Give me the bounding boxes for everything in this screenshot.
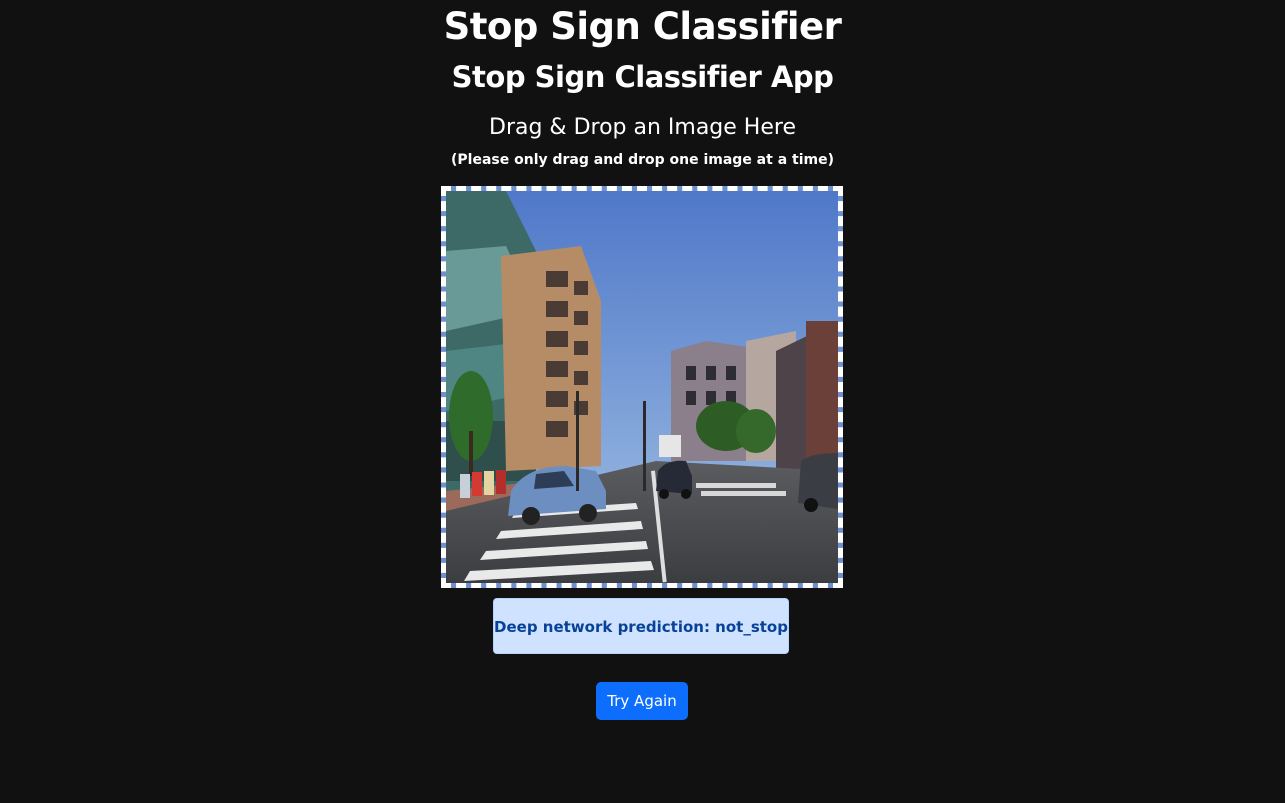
- page-title: Stop Sign Classifier: [443, 5, 842, 48]
- try-again-button[interactable]: Try Again: [596, 682, 688, 720]
- drop-heading: Drag & Drop an Image Here: [489, 115, 796, 140]
- uploaded-street-image: [446, 191, 838, 583]
- app-page: Stop Sign Classifier Stop Sign Classifie…: [0, 0, 1285, 803]
- app-subtitle: Stop Sign Classifier App: [451, 60, 834, 94]
- drop-hint: (Please only drag and drop one image at …: [451, 152, 834, 168]
- image-drop-zone[interactable]: [441, 186, 843, 588]
- prediction-alert: Deep network prediction: not_stop: [493, 598, 789, 654]
